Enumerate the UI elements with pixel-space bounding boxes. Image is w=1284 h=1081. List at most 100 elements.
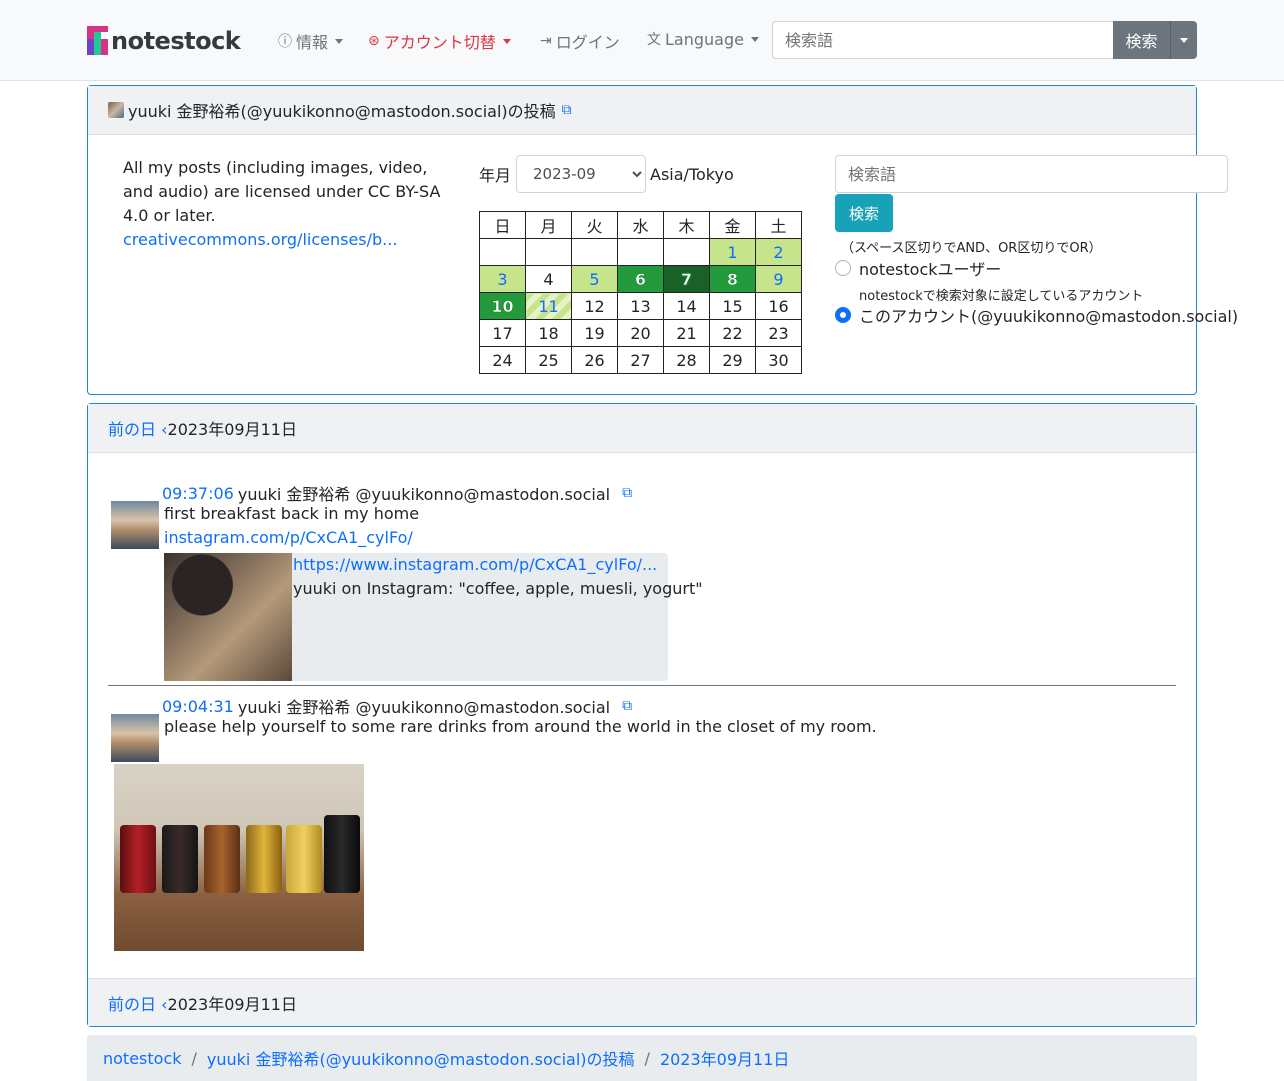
calendar-day: 3 — [479, 265, 526, 293]
timezone-label: Asia/Tokyo — [650, 164, 734, 184]
scope-option-users-label: notestockユーザー — [859, 260, 1002, 279]
weekday-cell: 日 — [479, 211, 526, 239]
breadcrumb-home[interactable]: notestock — [103, 1049, 182, 1068]
license-link[interactable]: creativecommons.org/licenses/b... — [123, 230, 397, 249]
language-label: Language — [665, 29, 744, 49]
can-image — [204, 825, 240, 893]
calendar-day: 17 — [479, 319, 526, 347]
translate-icon: 文 — [647, 32, 661, 48]
login-link[interactable]: ⇥ ログイン — [540, 29, 620, 53]
calendar-day: 30 — [755, 346, 802, 374]
link-preview-description: yuuki on Instagram: "coffee, apple, mues… — [293, 579, 703, 598]
avatar — [111, 501, 159, 549]
calendar-day: 21 — [663, 319, 710, 347]
brand-name: notestock — [111, 26, 241, 55]
external-link-icon[interactable]: ⧉ — [622, 698, 632, 714]
current-date: 2023年09月11日 — [167, 994, 297, 1014]
prev-day-label: 前の日 — [108, 420, 157, 439]
scope-option-users-note: notestockで検索対象に設定しているアカウント — [859, 289, 1144, 304]
login-label: ログイン — [555, 33, 620, 52]
calendar-day-link[interactable]: 11 — [538, 297, 558, 316]
post-time-link[interactable]: 09:37:06 — [162, 484, 234, 503]
account-switch-icon: ⊛ — [368, 33, 380, 49]
calendar-day-link[interactable]: 3 — [497, 270, 507, 289]
month-selector: 年月 2023-09 Asia/Tokyo — [479, 155, 734, 193]
post-image[interactable] — [114, 764, 364, 951]
external-link-icon[interactable]: ⧉ — [622, 485, 632, 501]
radio-checked[interactable] — [835, 307, 851, 323]
calendar-day: 27 — [617, 346, 664, 374]
calendar-day: 23 — [755, 319, 802, 347]
calendar-day: 2 — [755, 238, 802, 266]
radio-unchecked[interactable] — [835, 260, 851, 276]
post-link[interactable]: instagram.com/p/CxCA1_cylFo/ — [164, 528, 413, 547]
language-menu[interactable]: 文 Language — [647, 29, 759, 49]
nav-search-input[interactable] — [772, 21, 1113, 59]
prev-day-link[interactable]: 前の日 ‹ — [108, 991, 168, 1015]
nav-search: 検索 — [772, 21, 1197, 59]
calendar-day: 6 — [617, 265, 664, 293]
brand-link[interactable]: notestock — [87, 26, 241, 55]
account-switch-menu[interactable]: ⊛ アカウント切替 — [368, 29, 511, 53]
scope-option-users[interactable]: notestockユーザー — [835, 256, 1001, 280]
calendar-day: 18 — [525, 319, 572, 347]
account-search-button[interactable]: 検索 — [835, 194, 893, 232]
link-preview[interactable]: https://www.instagram.com/p/CxCA1_cylFo/… — [164, 553, 703, 681]
month-select[interactable]: 2023-09 — [516, 155, 647, 193]
posts-card: 前の日 ‹ 2023年09月11日 09:37:06 yuuki 金野裕希 @y… — [87, 403, 1197, 1027]
calendar-day-link[interactable]: 7 — [681, 269, 693, 289]
calendar-day-current: 11 — [525, 292, 572, 320]
scope-option-account[interactable]: このアカウント(@yuukikonno@mastodon.social) — [835, 303, 1238, 327]
scope-option-account-label: このアカウント(@yuukikonno@mastodon.social) — [859, 307, 1239, 326]
post-text: first breakfast back in my home — [164, 504, 420, 523]
calendar-day: 14 — [663, 292, 710, 320]
post-divider — [108, 685, 1176, 686]
avatar — [108, 102, 124, 118]
calendar-day: 28 — [663, 346, 710, 374]
breadcrumb-separator: / — [191, 1048, 197, 1068]
calendar-day: 13 — [617, 292, 664, 320]
calendar-day: 24 — [479, 346, 526, 374]
day-nav-bottom: 前の日 ‹ 2023年09月11日 — [88, 978, 1196, 1026]
navbar: notestock ⓘ 情報 ⊛ アカウント切替 ⇥ ログイン 文 Langua… — [0, 0, 1284, 81]
post-time-link[interactable]: 09:04:31 — [162, 697, 234, 716]
calendar-day: 5 — [571, 265, 618, 293]
calendar-day: 20 — [617, 319, 664, 347]
calendar-day-link[interactable]: 1 — [727, 243, 737, 262]
nav-search-button[interactable]: 検索 — [1113, 21, 1170, 59]
calendar-day: 25 — [525, 346, 572, 374]
can-image — [246, 825, 282, 893]
can-image — [286, 825, 322, 893]
can-image — [120, 825, 156, 893]
nav-search-dropdown-toggle[interactable] — [1170, 21, 1197, 59]
external-link-icon[interactable]: ⧉ — [562, 102, 572, 118]
chevron-down-icon — [335, 38, 344, 44]
calendar-day-link[interactable]: 9 — [773, 270, 783, 289]
calendar-day-link[interactable]: 10 — [491, 296, 514, 316]
account-search-input[interactable] — [835, 155, 1228, 193]
calendar-day: 8 — [709, 265, 756, 293]
login-icon: ⇥ — [540, 33, 552, 49]
breadcrumb-user[interactable]: yuuki 金野裕希(@yuukikonno@mastodon.social)の… — [207, 1046, 635, 1070]
calendar-day: 4 — [525, 265, 572, 293]
link-preview-url[interactable]: https://www.instagram.com/p/CxCA1_cylFo/… — [293, 553, 657, 577]
day-nav-top: 前の日 ‹ 2023年09月11日 — [88, 404, 1196, 453]
calendar-day-link[interactable]: 5 — [589, 270, 599, 289]
calendar-day-link[interactable]: 2 — [773, 243, 783, 262]
calendar-day: 29 — [709, 346, 756, 374]
prev-day-link[interactable]: 前の日 ‹ — [108, 416, 168, 440]
post-body: first breakfast back in my home instagra… — [164, 502, 419, 550]
calendar-day-link[interactable]: 6 — [635, 269, 647, 289]
link-preview-image — [164, 553, 292, 681]
prev-day-label: 前の日 — [108, 994, 157, 1014]
breadcrumb-date[interactable]: 2023年09月11日 — [660, 1046, 789, 1070]
calendar-weekday-row: 日 月 火 水 木 金 土 — [479, 211, 802, 239]
account-switch-label: アカウント切替 — [383, 33, 496, 52]
calendar-empty-cell — [617, 238, 664, 266]
month-label: 年月 — [479, 166, 512, 185]
calendar-empty-cell — [525, 238, 572, 266]
info-menu-label: 情報 — [296, 33, 329, 52]
info-menu[interactable]: ⓘ 情報 — [278, 29, 344, 53]
avatar — [111, 714, 159, 762]
calendar-day-link[interactable]: 8 — [727, 269, 739, 289]
